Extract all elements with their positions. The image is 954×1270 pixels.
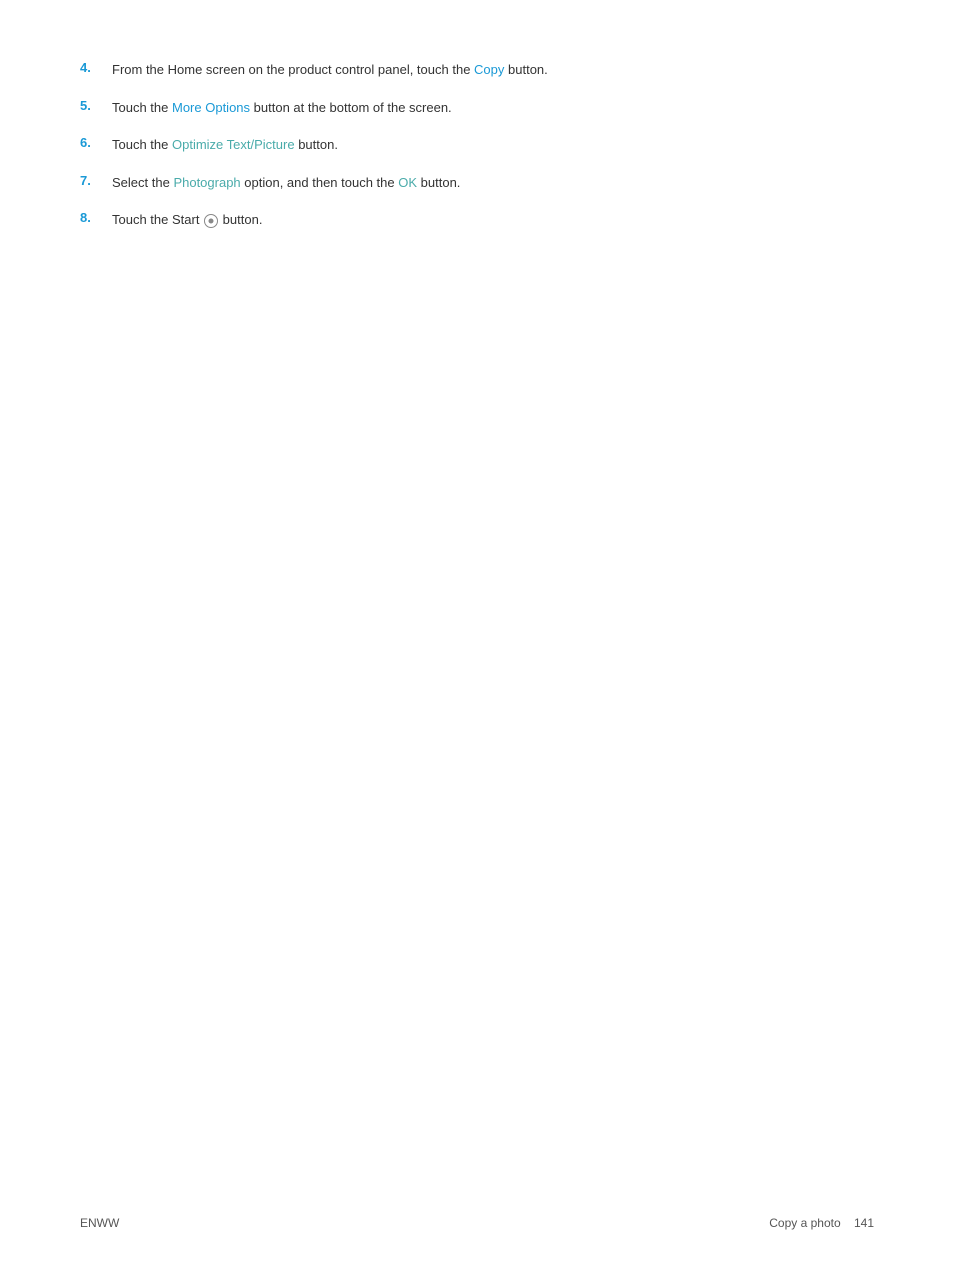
step-text-8: Touch the Start button. [112,210,262,230]
page-content: 4. From the Home screen on the product c… [0,0,700,308]
step-text-6: Touch the Optimize Text/Picture button. [112,135,338,155]
footer-section-title: Copy a photo [769,1216,840,1230]
photograph-link: Photograph [173,175,240,190]
step-item-8: 8. Touch the Start button. [80,210,620,230]
start-icon [204,214,218,228]
footer-page-number: 141 [854,1216,874,1230]
footer-page-info: Copy a photo 141 [769,1216,874,1230]
step-number-6: 6. [80,135,112,150]
step-item-5: 5. Touch the More Options button at the … [80,98,620,118]
ok-link: OK [398,175,417,190]
step-item-6: 6. Touch the Optimize Text/Picture butto… [80,135,620,155]
footer-enww: ENWW [80,1216,119,1230]
step-number-5: 5. [80,98,112,113]
page-footer: ENWW Copy a photo 141 [0,1216,954,1230]
step-text-4: From the Home screen on the product cont… [112,60,548,80]
step-item-4: 4. From the Home screen on the product c… [80,60,620,80]
copy-link: Copy [474,62,504,77]
step-text-5: Touch the More Options button at the bot… [112,98,452,118]
step-list: 4. From the Home screen on the product c… [80,60,620,230]
step-number-7: 7. [80,173,112,188]
step-number-4: 4. [80,60,112,75]
optimize-text-picture-link: Optimize Text/Picture [172,137,295,152]
step-number-8: 8. [80,210,112,225]
step-item-7: 7. Select the Photograph option, and the… [80,173,620,193]
more-options-link: More Options [172,100,250,115]
step-text-7: Select the Photograph option, and then t… [112,173,460,193]
